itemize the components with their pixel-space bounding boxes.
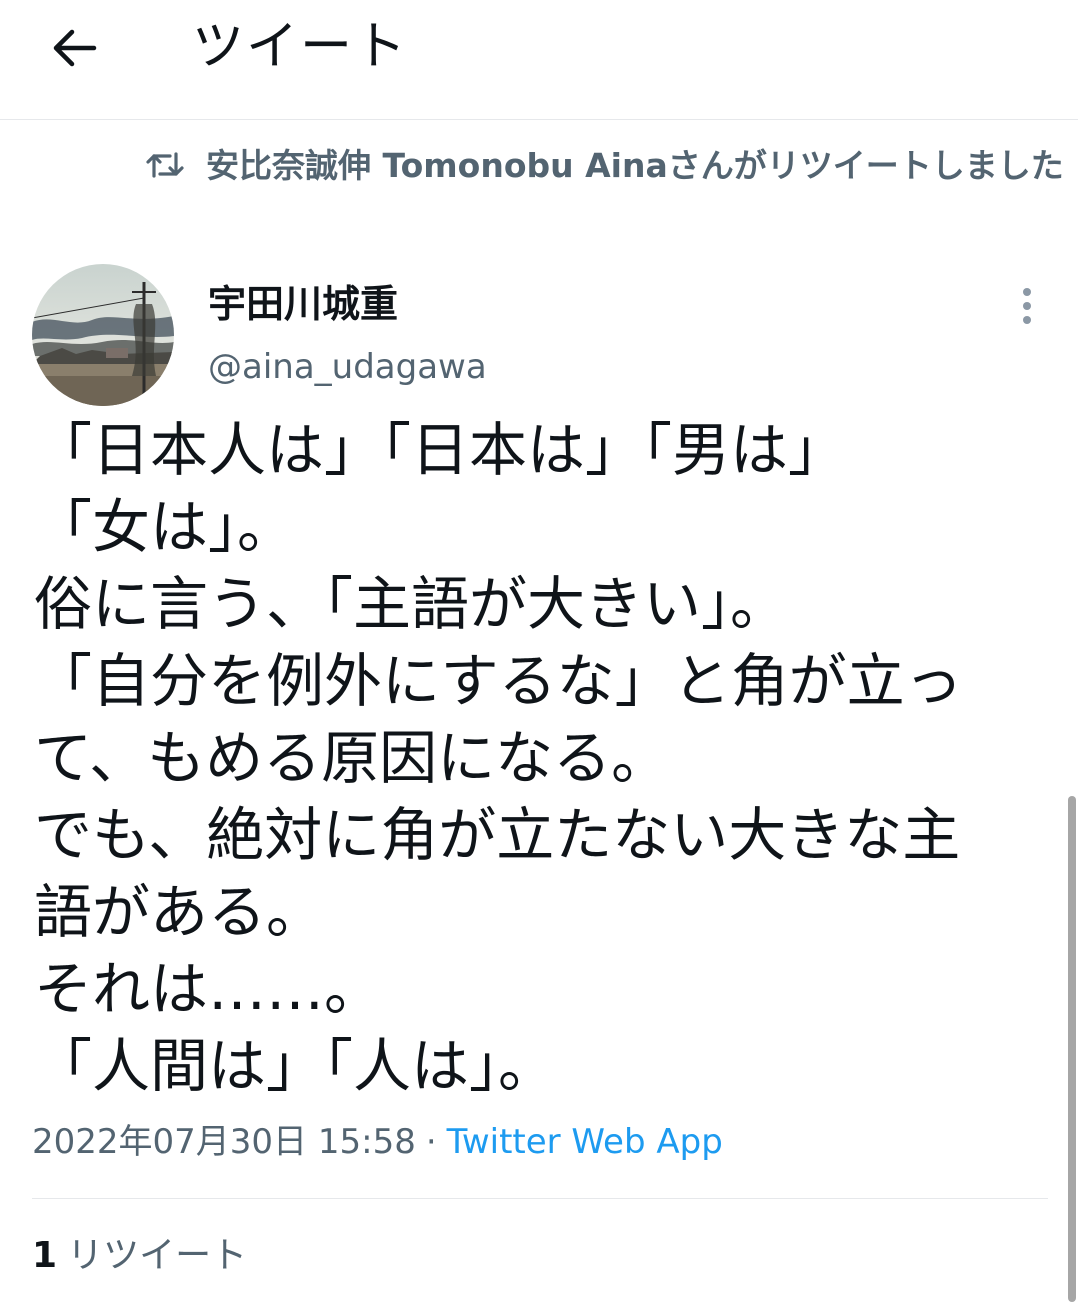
more-vertical-icon (1023, 288, 1031, 296)
retweet-stats[interactable]: 1 リツイート (32, 1230, 247, 1282)
retweeted-by-text[interactable]: 安比奈誠伸 Tomonobu Ainaさんがリツイートしました (206, 142, 1078, 190)
meta-separator: · (425, 1122, 437, 1162)
tweet-source-link[interactable]: Twitter Web App (447, 1122, 723, 1162)
author-handle[interactable]: @aina_udagawa (208, 342, 487, 392)
avatar[interactable] (32, 264, 174, 406)
tweet-line: 「日本人は」「日本は」「男は」 (34, 416, 847, 484)
tweet-line: それは……。 (34, 955, 383, 1023)
tweet-line: て、もめる原因になる。 (34, 724, 670, 792)
retweet-icon (146, 152, 184, 178)
tweet-timestamp[interactable]: 2022年07月30日 15:58 (32, 1122, 416, 1162)
arrow-left-icon (53, 29, 97, 67)
author-display-name[interactable]: 宇田川城重 (208, 276, 398, 332)
top-bar: ツイート (0, 0, 1078, 120)
tweet-line: 「女は」。 (34, 493, 296, 561)
tweet-line: でも、絶対に角が立たない大きな主 (34, 801, 961, 869)
scrollbar[interactable] (1068, 796, 1076, 1302)
divider (32, 1198, 1048, 1199)
tweet-detail-page: ツイート 安比奈誠伸 Tomonobu Ainaさんがリツイートしました 宇田川… (0, 0, 1078, 1302)
retweet-label: リツイート (67, 1235, 248, 1276)
retweet-count: 1 (32, 1235, 58, 1276)
retweet-context: 安比奈誠伸 Tomonobu Ainaさんがリツイートしました (146, 142, 1078, 242)
tweet-meta: 2022年07月30日 15:58 · Twitter Web App (32, 1116, 723, 1168)
tweet-line: 俗に言う、「主語が大きい」。 (34, 570, 789, 638)
avatar-image (32, 264, 174, 406)
tweet-line: 語がある。 (34, 878, 325, 946)
tweet-text: 「日本人は」「日本は」「男は」 「女は」。 俗に言う、「主語が大きい」。 「自分… (34, 412, 1034, 1105)
tweet-line: 「自分を例外にするな」と角が立っ (34, 647, 963, 715)
more-options-button[interactable] (1006, 282, 1048, 330)
page-title: ツイート (192, 17, 409, 77)
back-button[interactable] (42, 20, 106, 76)
tweet-line: 「人間は」「人は」。 (34, 1032, 557, 1100)
